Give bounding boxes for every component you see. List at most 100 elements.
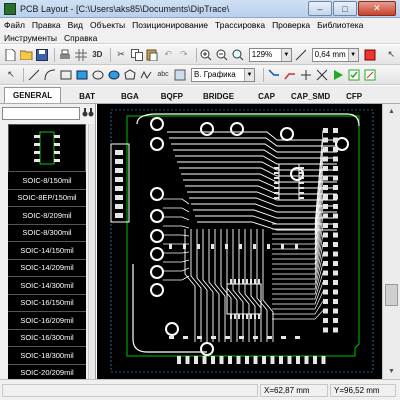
component-item[interactable]: SOIC-16/150mil (8, 294, 86, 312)
save-icon (36, 48, 49, 61)
header-pin (323, 289, 328, 295)
zoom-in-button[interactable] (200, 48, 214, 62)
component-item[interactable]: SOIC-8/150mil (8, 172, 86, 190)
text-tool[interactable]: abc (155, 68, 171, 82)
select-tool[interactable]: ↖ (4, 68, 18, 82)
scroll-down-icon[interactable]: ▼ (385, 365, 398, 378)
binoculars-icon[interactable] (82, 107, 94, 119)
tab-cfp[interactable]: CFP (338, 89, 370, 103)
polyline-tool[interactable] (139, 68, 153, 82)
menu-edit[interactable]: Правка (32, 20, 61, 30)
cut-button[interactable]: ✂ (114, 48, 128, 62)
filled-ellipse-tool[interactable] (107, 68, 121, 82)
title-bar: PCB Layout - [C:\Users\aks85\Documents\D… (0, 0, 400, 18)
new-button[interactable] (4, 48, 18, 62)
view-3d-button[interactable]: 3D (90, 48, 106, 62)
trace (256, 229, 268, 342)
close-button[interactable]: ✕ (358, 1, 396, 16)
scroll-up-icon[interactable]: ▲ (385, 105, 398, 118)
menu-placement[interactable]: Позиционирование (132, 20, 208, 30)
run-autorouter-button[interactable] (331, 68, 345, 82)
rectangle-tool[interactable] (59, 68, 73, 82)
minimize-button[interactable]: – (308, 1, 332, 16)
zoom-out-button[interactable] (215, 48, 229, 62)
route-settings-button[interactable] (363, 68, 377, 82)
tab-general[interactable]: GENERAL (4, 87, 62, 103)
ic-pin (230, 314, 232, 319)
ellipse-tool[interactable] (91, 68, 105, 82)
image-tool[interactable] (173, 68, 187, 82)
tab-bridge[interactable]: BRIDGE (195, 89, 242, 103)
open-button[interactable] (20, 48, 34, 62)
print-button[interactable] (58, 48, 72, 62)
save-button[interactable] (35, 48, 49, 62)
polygon-tool[interactable] (123, 68, 137, 82)
header-pin (333, 280, 338, 285)
new-icon (5, 48, 16, 61)
menu-file[interactable]: Файл (4, 20, 25, 30)
maximize-button[interactable]: □ (333, 1, 357, 16)
route-tool[interactable] (283, 68, 297, 82)
route-check-button[interactable] (347, 68, 361, 82)
pointer-button[interactable]: ↖ (384, 48, 398, 62)
component-item[interactable]: SOIC-8EP/150mil (8, 189, 86, 207)
component-item[interactable]: SOIC-16/300mil (8, 329, 86, 347)
zoom-select[interactable]: 129% ▼ (248, 47, 292, 62)
edge-pad (321, 356, 326, 364)
filter-input[interactable] (2, 106, 80, 120)
component-list-scrollbar[interactable] (88, 124, 95, 382)
tab-cap[interactable]: CAP (250, 89, 283, 103)
header-pin (323, 213, 328, 219)
component-item[interactable]: SOIC-14/300mil (8, 277, 86, 295)
line-tool[interactable] (27, 68, 41, 82)
menu-tools[interactable]: Инструменты (4, 33, 57, 43)
undo-icon: ↶ (164, 49, 172, 59)
zoom-fit-button[interactable] (231, 48, 245, 62)
scroll-thumb[interactable] (385, 284, 398, 306)
pcb-canvas[interactable] (97, 104, 382, 379)
smd-pad (267, 336, 272, 339)
layer-select[interactable]: В. Графика ▼ (191, 67, 255, 82)
header-pin (323, 299, 328, 304)
tab-bga[interactable]: BGA (113, 89, 147, 103)
pcb-board (110, 109, 374, 373)
ic-pin (230, 279, 232, 284)
header-pin (323, 242, 328, 247)
copy-button[interactable] (130, 48, 144, 62)
menu-help[interactable]: Справка (64, 33, 97, 43)
component-item[interactable]: SOIC-14/209mil (8, 259, 86, 277)
tab-bat[interactable]: BAT (71, 89, 103, 103)
drill-hole (155, 270, 159, 274)
header-pin (333, 137, 338, 143)
header-pin (333, 232, 338, 238)
route-manual-tool[interactable] (267, 68, 281, 82)
tab-bqfp[interactable]: BQFP (153, 89, 191, 103)
menu-library[interactable]: Библиотека (317, 20, 363, 30)
redo-button[interactable]: ↷ (177, 48, 191, 62)
undo-button[interactable]: ↶ (161, 48, 175, 62)
canvas-scrollbar[interactable]: ▲ ▼ (382, 104, 400, 379)
measure-button[interactable] (294, 48, 308, 62)
edge-pad (194, 356, 198, 364)
layer-button[interactable] (363, 48, 377, 62)
component-item[interactable]: SOIC-8/209mil (8, 207, 86, 225)
filled-rectangle-tool[interactable] (75, 68, 89, 82)
paste-button[interactable] (146, 48, 160, 62)
arc-tool[interactable] (43, 68, 57, 82)
component-item[interactable]: SOIC-8/300mil (8, 224, 86, 242)
menu-objects[interactable]: Объекты (90, 20, 125, 30)
via-tool[interactable] (315, 68, 329, 82)
menu-verification[interactable]: Проверка (272, 20, 310, 30)
rectangle-icon (60, 70, 72, 79)
menu-routing[interactable]: Трассировка (215, 20, 265, 30)
trace-width-select[interactable]: 0,64 mm ▼ (311, 47, 359, 62)
route-icon (284, 72, 295, 79)
route-edit-tool[interactable] (299, 68, 313, 82)
component-item[interactable]: SOIC-18/300mil (8, 347, 86, 365)
header-pin (323, 137, 328, 143)
menu-view[interactable]: Вид (68, 20, 83, 30)
component-item[interactable]: SOIC-16/209mil (8, 312, 86, 330)
component-item[interactable]: SOIC-14/150mil (8, 242, 86, 260)
tab-cap-smd[interactable]: CAP_SMD (283, 89, 338, 103)
grid-button[interactable] (74, 48, 88, 62)
